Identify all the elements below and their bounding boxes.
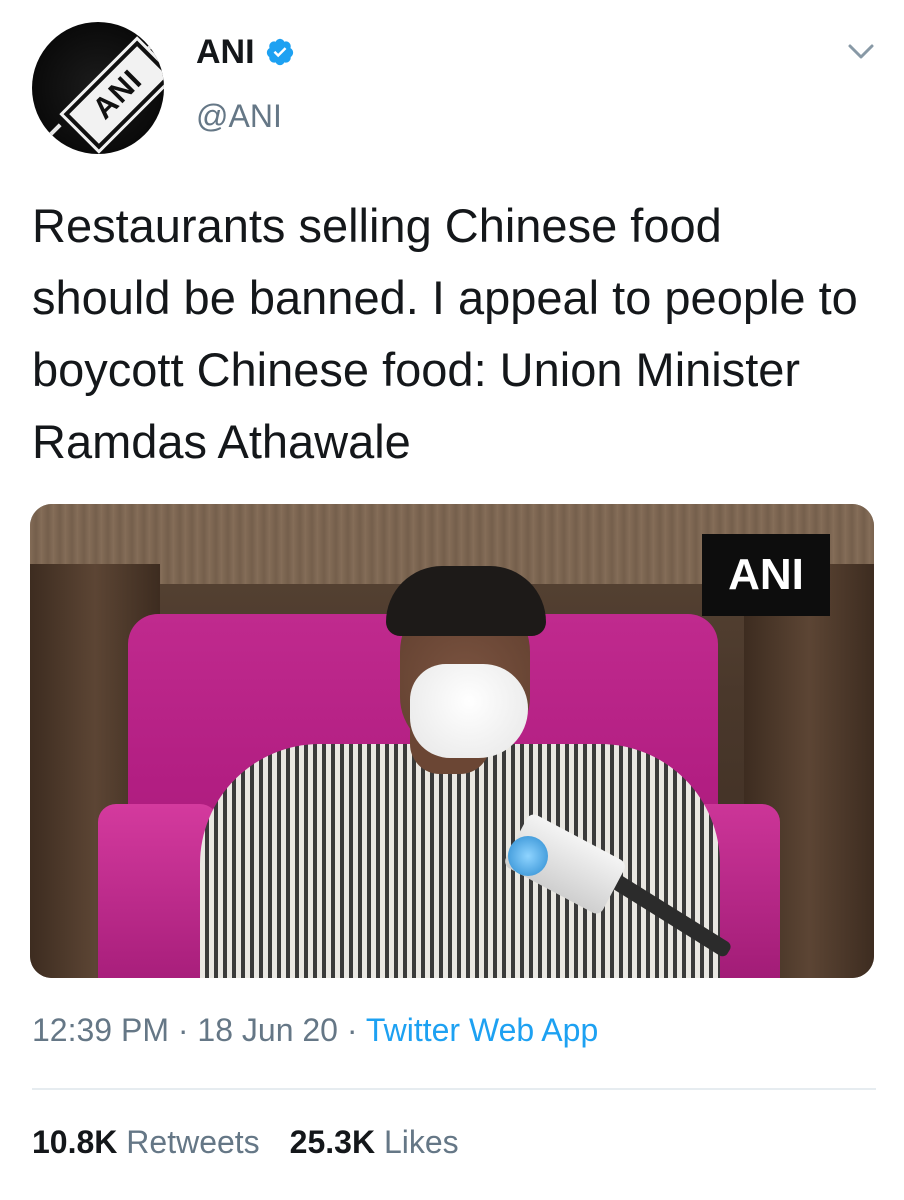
photo-person bbox=[386, 566, 546, 636]
likes-label: Likes bbox=[383, 1124, 459, 1160]
tweet-stats: 10.8K Retweets 25.3K Likes bbox=[32, 1124, 459, 1161]
photo-person bbox=[200, 744, 720, 978]
meta-separator: · bbox=[337, 1012, 366, 1048]
retweets-count: 10.8K bbox=[32, 1124, 118, 1160]
author-name-row: ANI bbox=[196, 30, 295, 74]
meta-separator: · bbox=[168, 1012, 198, 1048]
photo-watermark: ANI bbox=[702, 534, 830, 616]
retweets-label: Retweets bbox=[126, 1124, 260, 1160]
user-handle[interactable]: @ANI bbox=[196, 98, 282, 135]
tweet-date[interactable]: 18 Jun 20 bbox=[197, 1012, 338, 1048]
retweets-stat[interactable]: 10.8K Retweets bbox=[32, 1124, 260, 1161]
avatar-decoration bbox=[40, 123, 62, 145]
tweet-source-link[interactable]: Twitter Web App bbox=[366, 1012, 598, 1048]
tweet-text: Restaurants selling Chinese food should … bbox=[32, 199, 858, 468]
watermark-text: ANI bbox=[728, 550, 804, 599]
photo-face-mask bbox=[410, 664, 528, 758]
avatar-logo-text: ANI bbox=[86, 63, 149, 126]
verified-badge-icon bbox=[265, 37, 295, 67]
tweet-time[interactable]: 12:39 PM bbox=[32, 1012, 169, 1048]
photo-microphone bbox=[508, 836, 548, 876]
chevron-down-icon[interactable] bbox=[846, 40, 876, 64]
tweet-media-photo[interactable]: ANI bbox=[30, 504, 874, 978]
display-name[interactable]: ANI bbox=[196, 33, 255, 72]
avatar[interactable]: ANI bbox=[32, 22, 164, 154]
tweet-card: ANI ANI @ANI Restaurants selling Chinese… bbox=[0, 0, 904, 1200]
likes-count: 25.3K bbox=[289, 1124, 376, 1160]
avatar-logo: ANI bbox=[63, 40, 164, 150]
likes-stat[interactable]: 25.3K Likes bbox=[290, 1124, 459, 1161]
tweet-metadata: 12:39 PM · 18 Jun 20 · Twitter Web App bbox=[32, 1012, 598, 1049]
divider bbox=[32, 1088, 876, 1090]
